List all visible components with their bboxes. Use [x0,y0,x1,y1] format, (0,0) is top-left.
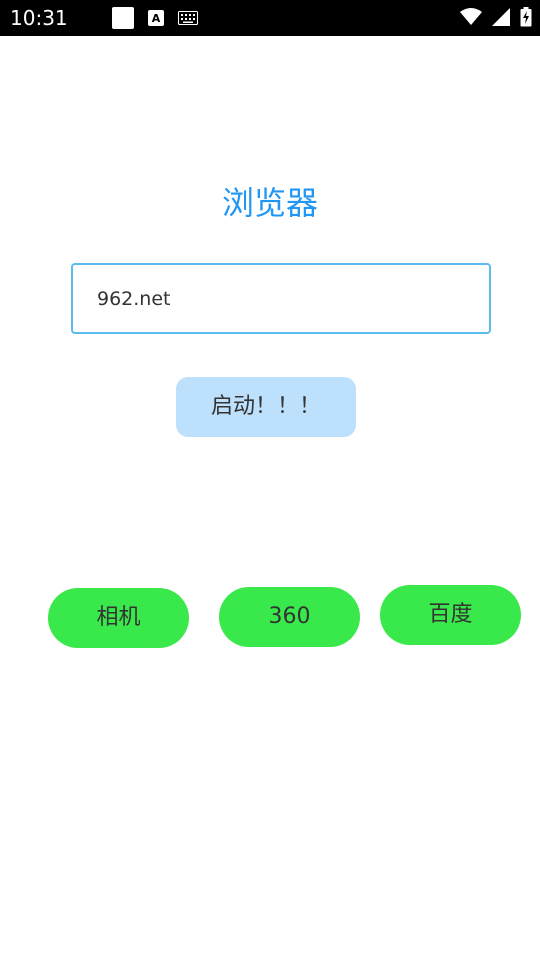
cell-signal-icon [492,8,510,26]
a-notification-icon: A [148,10,164,26]
status-time: 10:31 [10,6,68,30]
page-title: 浏览器 [221,184,318,222]
baidu-button[interactable]: 百度 [380,585,521,645]
launch-button[interactable]: 启动！！！ [176,377,356,437]
keyboard-icon [178,11,198,25]
status-left-icons: A [112,7,198,29]
notification-square-icon [112,7,134,29]
status-right-icons [460,7,532,27]
camera-button[interactable]: 相机 [48,588,189,648]
battery-charging-icon [520,7,532,27]
status-bar: 10:31 A [0,0,540,36]
browser-360-button[interactable]: 360 [219,587,360,647]
url-input-box[interactable] [71,263,491,334]
url-input[interactable] [97,265,479,332]
wifi-icon [460,8,482,25]
